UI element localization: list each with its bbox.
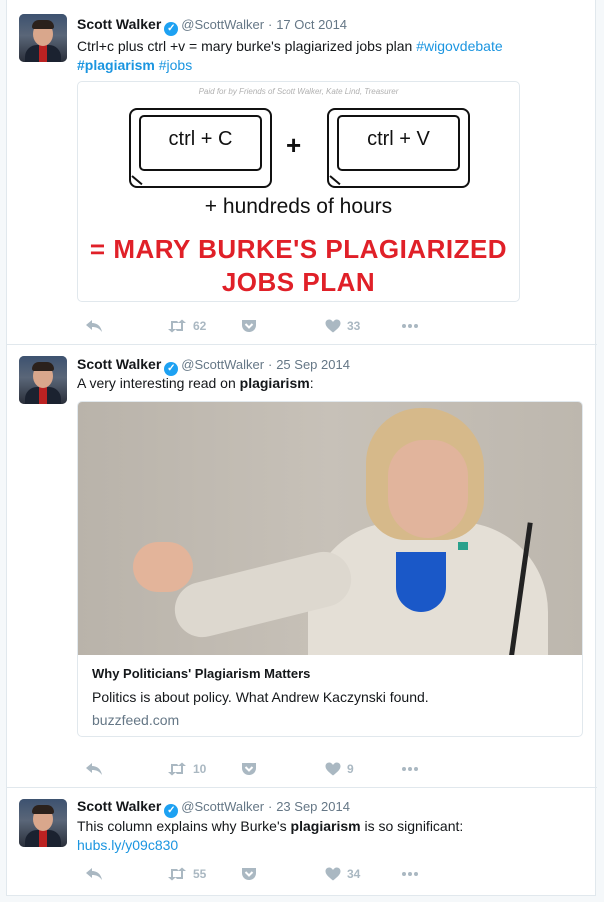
separator: ·: [267, 17, 273, 32]
reply-button[interactable]: [85, 758, 103, 778]
retweet-count: 55: [193, 866, 207, 881]
user-handle[interactable]: @ScottWalker: [181, 17, 264, 32]
highlighted-term: plagiarism: [290, 818, 361, 834]
like-count: 34: [347, 866, 361, 881]
avatar[interactable]: [19, 799, 67, 847]
timeline: Scott Walker ✓ @ScottWalker · 17 Oct 2014 …: [6, 0, 597, 896]
hashtag-link[interactable]: #plagiarism: [77, 57, 155, 73]
user-handle[interactable]: @ScottWalker: [181, 357, 264, 372]
heart-icon: [325, 762, 341, 776]
tweet[interactable]: Scott Walker ✓ @ScottWalker · 23 Sep 2014 …: [7, 788, 597, 896]
tweet-date[interactable]: 23 Sep 2014: [276, 799, 350, 814]
ad-image[interactable]: Paid for by Friends of Scott Walker, Kat…: [77, 81, 520, 302]
tweet-text-body: A very interesting read on: [77, 375, 240, 391]
key-label: ctrl + V: [367, 128, 430, 150]
pocket-button[interactable]: [241, 758, 257, 778]
more-icon: [402, 323, 418, 328]
pocket-icon: [242, 762, 256, 775]
retweet-button[interactable]: 10: [167, 758, 206, 778]
retweet-button[interactable]: 55: [167, 863, 206, 883]
retweet-icon: [168, 762, 186, 776]
user-handle[interactable]: @ScottWalker: [181, 799, 264, 814]
hours-text: + hundreds of hours: [204, 195, 393, 218]
more-icon: [402, 871, 418, 876]
plus-sign: +: [286, 130, 302, 160]
reply-icon: [86, 867, 102, 880]
tweet-text-body: This column explains why Burke's: [77, 818, 291, 834]
reply-button[interactable]: [85, 315, 103, 335]
like-count: 33: [347, 318, 361, 333]
tweet-date[interactable]: 25 Sep 2014: [276, 357, 350, 372]
tweet[interactable]: Scott Walker ✓ @ScottWalker · 17 Oct 2014 …: [7, 0, 597, 345]
card-domain[interactable]: buzzfeed.com: [92, 712, 179, 728]
ad-headline-line: JOBS PLAN: [221, 267, 376, 297]
separator: ·: [267, 799, 273, 814]
tweet-text-end: :: [309, 375, 314, 391]
tweet-header: Scott Walker ✓ @ScottWalker · 23 Sep 2014: [77, 798, 350, 818]
verified-icon: ✓: [164, 804, 179, 818]
verified-icon: ✓: [164, 22, 179, 36]
reply-icon: [86, 319, 102, 332]
like-count: 9: [347, 761, 354, 776]
ad-headline-line: = MARY BURKE'S PLAGIARIZED: [89, 234, 508, 264]
heart-icon: [325, 319, 341, 333]
user-name[interactable]: Scott Walker: [77, 16, 161, 32]
avatar[interactable]: [19, 356, 67, 404]
retweet-icon: [168, 867, 186, 881]
hashtag-link[interactable]: #jobs: [159, 57, 192, 73]
pocket-icon: [242, 867, 256, 880]
like-button[interactable]: 33: [325, 315, 360, 335]
like-button[interactable]: 9: [325, 758, 354, 778]
tweet[interactable]: Scott Walker ✓ @ScottWalker · 25 Sep 2014 …: [7, 345, 597, 788]
link-card[interactable]: Why Politicians' Plagiarism Matters Poli…: [77, 401, 583, 737]
pocket-button[interactable]: [241, 315, 257, 335]
like-button[interactable]: 34: [325, 863, 360, 883]
retweet-count: 10: [193, 761, 207, 776]
tweet-date[interactable]: 17 Oct 2014: [276, 17, 347, 32]
reply-button[interactable]: [85, 863, 103, 883]
reply-icon: [86, 762, 102, 775]
avatar[interactable]: [19, 14, 67, 62]
tweet-text: This column explains why Burke's plagiar…: [77, 817, 582, 855]
card-title[interactable]: Why Politicians' Plagiarism Matters: [92, 666, 310, 681]
card-photo: [78, 402, 582, 655]
card-description: Politics is about policy. What Andrew Ka…: [92, 689, 429, 705]
retweet-icon: [168, 319, 186, 333]
user-name[interactable]: Scott Walker: [77, 356, 161, 372]
ctrl-v-key: ctrl + V: [327, 108, 470, 188]
tweet-actions: 62 33: [77, 315, 477, 335]
tweet-link[interactable]: hubs.ly/y09c830: [77, 837, 178, 853]
separator: ·: [267, 357, 273, 372]
tweet-actions: 55 34: [77, 863, 477, 883]
paid-for-disclaimer: Paid for by Friends of Scott Walker, Kat…: [198, 87, 399, 96]
pocket-icon: [242, 319, 256, 332]
tweet-text-body: Ctrl+c plus ctrl +v = mary burke's plagi…: [77, 38, 417, 54]
ad-headline: = MARY BURKE'S PLAGIARIZED JOBS PLAN: [78, 233, 519, 299]
heart-icon: [325, 867, 341, 881]
ctrl-c-key: ctrl + C: [129, 108, 272, 188]
tweet-text: Ctrl+c plus ctrl +v = mary burke's plagi…: [77, 37, 582, 75]
hashtag-link[interactable]: #wigovdebate: [416, 38, 502, 54]
more-button[interactable]: [401, 863, 419, 883]
tweet-actions: 10 9: [77, 758, 477, 778]
tweet-text: A very interesting read on plagiarism:: [77, 374, 582, 393]
retweet-count: 62: [193, 318, 207, 333]
more-button[interactable]: [401, 758, 419, 778]
more-button[interactable]: [401, 315, 419, 335]
user-name[interactable]: Scott Walker: [77, 798, 161, 814]
retweet-button[interactable]: 62: [167, 315, 206, 335]
tweet-header: Scott Walker ✓ @ScottWalker · 17 Oct 2014: [77, 16, 347, 36]
tweet-text-end: is so significant:: [360, 818, 464, 834]
pocket-button[interactable]: [241, 863, 257, 883]
tweet-header: Scott Walker ✓ @ScottWalker · 25 Sep 2014: [77, 356, 350, 376]
highlighted-term: plagiarism: [239, 375, 310, 391]
more-icon: [402, 766, 418, 771]
key-label: ctrl + C: [168, 128, 233, 150]
